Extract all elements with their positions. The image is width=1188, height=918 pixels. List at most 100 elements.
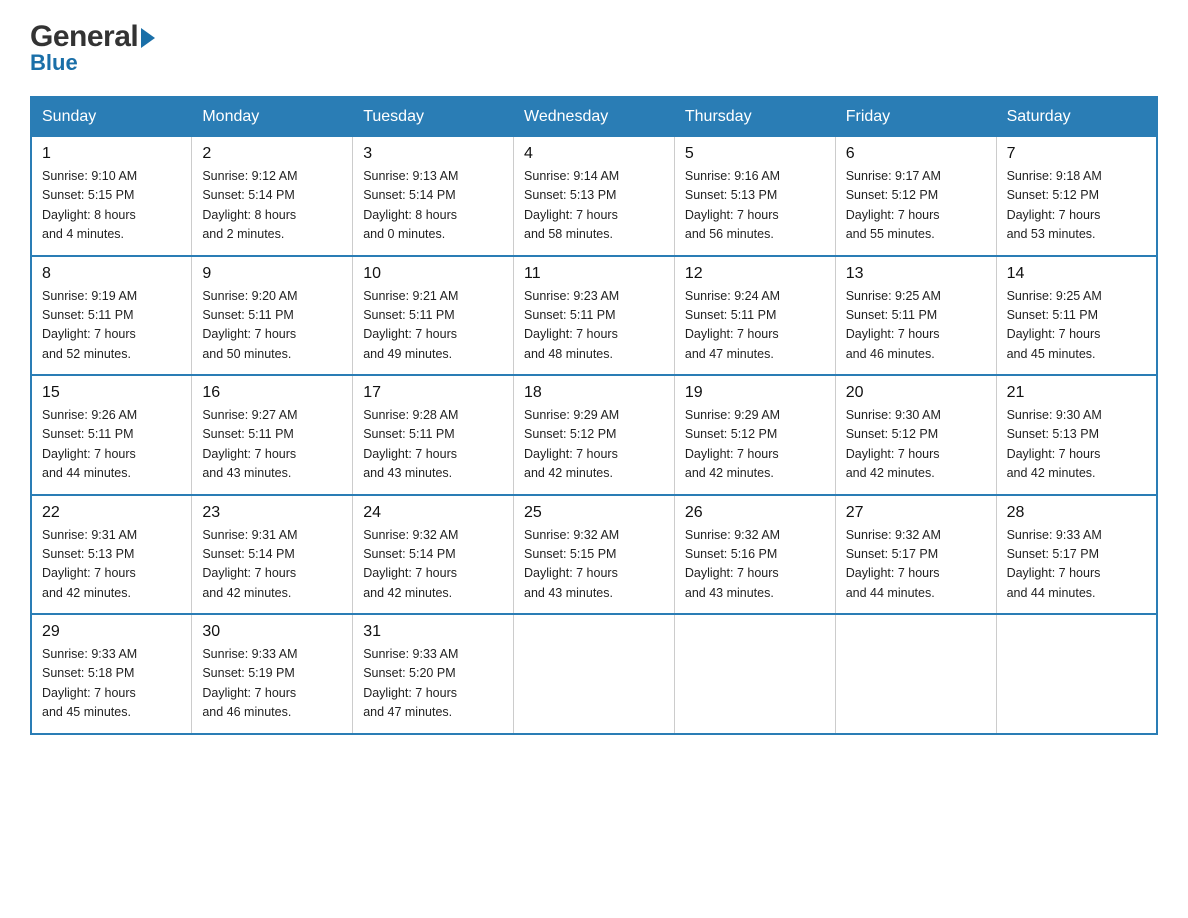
- calendar-cell: 13 Sunrise: 9:25 AMSunset: 5:11 PMDayligh…: [835, 256, 996, 376]
- day-number: 10: [363, 265, 503, 283]
- day-number: 6: [846, 145, 986, 163]
- day-info: Sunrise: 9:33 AMSunset: 5:19 PMDaylight:…: [202, 645, 342, 723]
- day-number: 21: [1007, 384, 1146, 402]
- calendar-cell: 15 Sunrise: 9:26 AMSunset: 5:11 PMDayligh…: [31, 375, 192, 495]
- day-info: Sunrise: 9:33 AMSunset: 5:18 PMDaylight:…: [42, 645, 181, 723]
- day-number: 16: [202, 384, 342, 402]
- day-number: 24: [363, 504, 503, 522]
- day-info: Sunrise: 9:13 AMSunset: 5:14 PMDaylight:…: [363, 167, 503, 245]
- logo: General Blue: [30, 20, 155, 76]
- day-info: Sunrise: 9:32 AMSunset: 5:16 PMDaylight:…: [685, 526, 825, 604]
- calendar-week-row: 29 Sunrise: 9:33 AMSunset: 5:18 PMDayligh…: [31, 614, 1157, 734]
- calendar-cell: 7 Sunrise: 9:18 AMSunset: 5:12 PMDaylight…: [996, 137, 1157, 256]
- calendar-cell: 17 Sunrise: 9:28 AMSunset: 5:11 PMDayligh…: [353, 375, 514, 495]
- calendar-cell: [996, 614, 1157, 734]
- column-header-thursday: Thursday: [674, 97, 835, 137]
- calendar-cell: 11Sunrise: 9:23 AMSunset: 5:11 PMDayligh…: [514, 256, 675, 376]
- day-number: 7: [1007, 145, 1146, 163]
- calendar-cell: 25Sunrise: 9:32 AMSunset: 5:15 PMDayligh…: [514, 495, 675, 615]
- day-info: Sunrise: 9:26 AMSunset: 5:11 PMDaylight:…: [42, 406, 181, 484]
- column-header-saturday: Saturday: [996, 97, 1157, 137]
- calendar-cell: 5Sunrise: 9:16 AMSunset: 5:13 PMDaylight…: [674, 137, 835, 256]
- day-info: Sunrise: 9:25 AMSunset: 5:11 PMDaylight:…: [846, 287, 986, 365]
- calendar-cell: 28Sunrise: 9:33 AMSunset: 5:17 PMDayligh…: [996, 495, 1157, 615]
- day-number: 26: [685, 504, 825, 522]
- day-number: 5: [685, 145, 825, 163]
- calendar-cell: 20Sunrise: 9:30 AMSunset: 5:12 PMDayligh…: [835, 375, 996, 495]
- calendar-cell: 3 Sunrise: 9:13 AMSunset: 5:14 PMDaylight…: [353, 137, 514, 256]
- day-number: 18: [524, 384, 664, 402]
- logo-general-text: General: [30, 20, 138, 54]
- calendar-cell: 21 Sunrise: 9:30 AMSunset: 5:13 PMDayligh…: [996, 375, 1157, 495]
- calendar-cell: 24 Sunrise: 9:32 AMSunset: 5:14 PMDayligh…: [353, 495, 514, 615]
- calendar-cell: 12 Sunrise: 9:24 AMSunset: 5:11 PMDayligh…: [674, 256, 835, 376]
- day-number: 14: [1007, 265, 1146, 283]
- day-info: Sunrise: 9:18 AMSunset: 5:12 PMDaylight:…: [1007, 167, 1146, 245]
- day-info: Sunrise: 9:32 AMSunset: 5:17 PMDaylight:…: [846, 526, 986, 604]
- day-number: 12: [685, 265, 825, 283]
- calendar-cell: 23Sunrise: 9:31 AMSunset: 5:14 PMDayligh…: [192, 495, 353, 615]
- calendar-cell: 16 Sunrise: 9:27 AMSunset: 5:11 PMDayligh…: [192, 375, 353, 495]
- calendar-header-row: SundayMondayTuesdayWednesdayThursdayFrid…: [31, 97, 1157, 137]
- calendar-cell: 1Sunrise: 9:10 AMSunset: 5:15 PMDaylight…: [31, 137, 192, 256]
- day-number: 15: [42, 384, 181, 402]
- day-info: Sunrise: 9:12 AMSunset: 5:14 PMDaylight:…: [202, 167, 342, 245]
- day-number: 31: [363, 623, 503, 641]
- calendar-cell: 27 Sunrise: 9:32 AMSunset: 5:17 PMDayligh…: [835, 495, 996, 615]
- day-info: Sunrise: 9:29 AMSunset: 5:12 PMDaylight:…: [685, 406, 825, 484]
- day-number: 3: [363, 145, 503, 163]
- day-info: Sunrise: 9:32 AMSunset: 5:14 PMDaylight:…: [363, 526, 503, 604]
- day-info: Sunrise: 9:14 AMSunset: 5:13 PMDaylight:…: [524, 167, 664, 245]
- day-info: Sunrise: 9:29 AMSunset: 5:12 PMDaylight:…: [524, 406, 664, 484]
- day-info: Sunrise: 9:17 AMSunset: 5:12 PMDaylight:…: [846, 167, 986, 245]
- calendar-cell: 4 Sunrise: 9:14 AMSunset: 5:13 PMDaylight…: [514, 137, 675, 256]
- calendar-cell: 18 Sunrise: 9:29 AMSunset: 5:12 PMDayligh…: [514, 375, 675, 495]
- logo-blue-text: Blue: [30, 50, 78, 76]
- day-info: Sunrise: 9:32 AMSunset: 5:15 PMDaylight:…: [524, 526, 664, 604]
- day-info: Sunrise: 9:31 AMSunset: 5:13 PMDaylight:…: [42, 526, 181, 604]
- calendar-cell: 14 Sunrise: 9:25 AMSunset: 5:11 PMDayligh…: [996, 256, 1157, 376]
- day-info: Sunrise: 9:33 AMSunset: 5:20 PMDaylight:…: [363, 645, 503, 723]
- calendar-cell: 31 Sunrise: 9:33 AMSunset: 5:20 PMDayligh…: [353, 614, 514, 734]
- calendar-cell: [514, 614, 675, 734]
- day-number: 30: [202, 623, 342, 641]
- day-number: 4: [524, 145, 664, 163]
- calendar-cell: 2 Sunrise: 9:12 AMSunset: 5:14 PMDaylight…: [192, 137, 353, 256]
- day-info: Sunrise: 9:20 AMSunset: 5:11 PMDaylight:…: [202, 287, 342, 365]
- day-number: 9: [202, 265, 342, 283]
- column-header-sunday: Sunday: [31, 97, 192, 137]
- day-number: 27: [846, 504, 986, 522]
- day-number: 8: [42, 265, 181, 283]
- day-info: Sunrise: 9:27 AMSunset: 5:11 PMDaylight:…: [202, 406, 342, 484]
- column-header-monday: Monday: [192, 97, 353, 137]
- calendar-cell: 30 Sunrise: 9:33 AMSunset: 5:19 PMDayligh…: [192, 614, 353, 734]
- day-number: 22: [42, 504, 181, 522]
- calendar-cell: 29 Sunrise: 9:33 AMSunset: 5:18 PMDayligh…: [31, 614, 192, 734]
- column-header-tuesday: Tuesday: [353, 97, 514, 137]
- calendar-week-row: 15 Sunrise: 9:26 AMSunset: 5:11 PMDayligh…: [31, 375, 1157, 495]
- calendar-cell: 19Sunrise: 9:29 AMSunset: 5:12 PMDayligh…: [674, 375, 835, 495]
- day-info: Sunrise: 9:21 AMSunset: 5:11 PMDaylight:…: [363, 287, 503, 365]
- calendar-cell: [835, 614, 996, 734]
- logo-arrow-icon: [141, 28, 155, 48]
- day-number: 13: [846, 265, 986, 283]
- day-number: 20: [846, 384, 986, 402]
- calendar-week-row: 8 Sunrise: 9:19 AMSunset: 5:11 PMDaylight…: [31, 256, 1157, 376]
- day-info: Sunrise: 9:24 AMSunset: 5:11 PMDaylight:…: [685, 287, 825, 365]
- calendar-cell: 22 Sunrise: 9:31 AMSunset: 5:13 PMDayligh…: [31, 495, 192, 615]
- day-number: 17: [363, 384, 503, 402]
- page-header: General Blue: [30, 20, 1158, 76]
- day-info: Sunrise: 9:30 AMSunset: 5:13 PMDaylight:…: [1007, 406, 1146, 484]
- calendar-cell: 9 Sunrise: 9:20 AMSunset: 5:11 PMDaylight…: [192, 256, 353, 376]
- day-number: 23: [202, 504, 342, 522]
- day-info: Sunrise: 9:28 AMSunset: 5:11 PMDaylight:…: [363, 406, 503, 484]
- day-info: Sunrise: 9:25 AMSunset: 5:11 PMDaylight:…: [1007, 287, 1146, 365]
- calendar-table: SundayMondayTuesdayWednesdayThursdayFrid…: [30, 96, 1158, 735]
- day-number: 11: [524, 265, 664, 283]
- day-number: 28: [1007, 504, 1146, 522]
- calendar-cell: 26 Sunrise: 9:32 AMSunset: 5:16 PMDayligh…: [674, 495, 835, 615]
- day-number: 2: [202, 145, 342, 163]
- day-info: Sunrise: 9:19 AMSunset: 5:11 PMDaylight:…: [42, 287, 181, 365]
- day-info: Sunrise: 9:10 AMSunset: 5:15 PMDaylight:…: [42, 167, 181, 245]
- day-number: 29: [42, 623, 181, 641]
